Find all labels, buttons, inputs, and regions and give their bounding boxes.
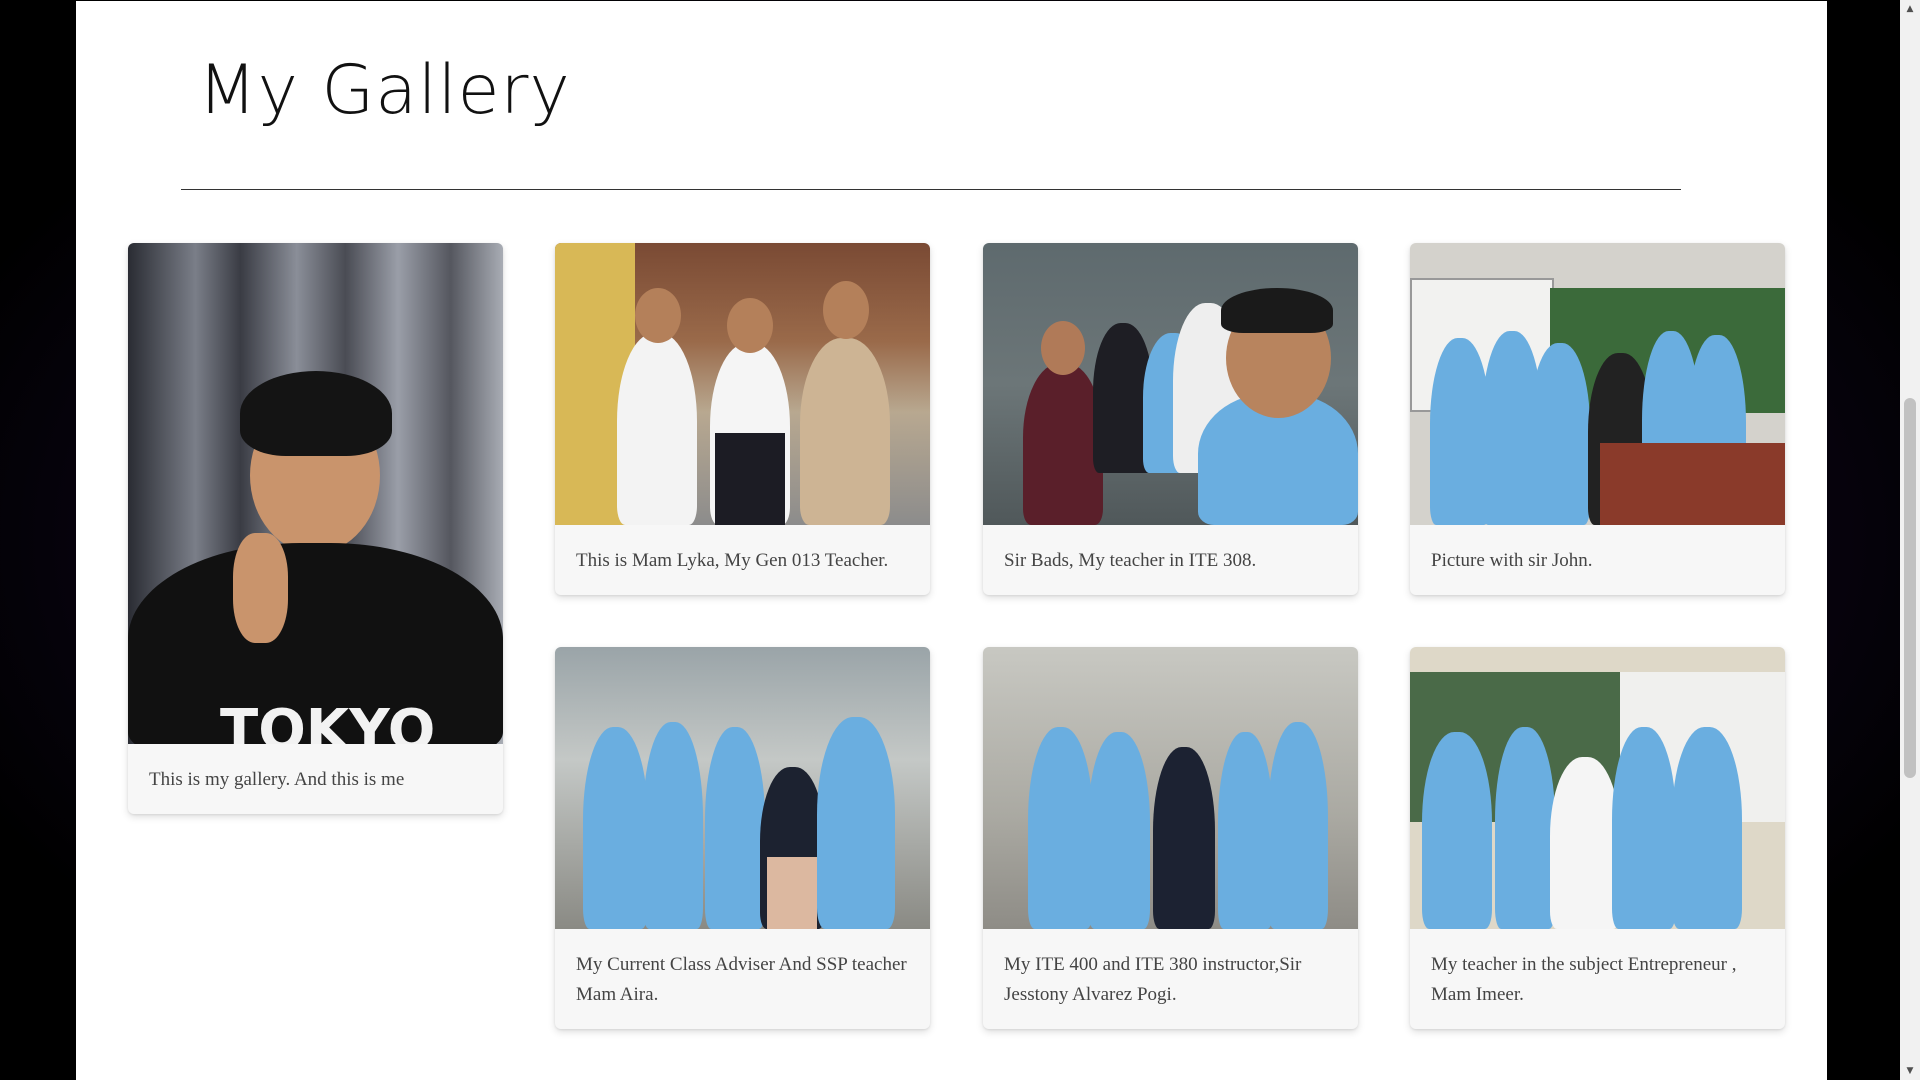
classroom-group-photo	[1410, 647, 1785, 929]
card-caption: My ITE 400 and ITE 380 instructor,Sir Je…	[1004, 954, 1302, 1005]
gallery-card-6[interactable]: My ITE 400 and ITE 380 instructor,Sir Je…	[983, 647, 1358, 1029]
gallery-card-4[interactable]: Picture with sir John.	[1410, 243, 1785, 595]
scroll-down-arrow-icon[interactable]: ▼	[1900, 1062, 1920, 1080]
gallery-card-2[interactable]: This is Mam Lyka, My Gen 013 Teacher.	[555, 243, 930, 595]
scroll-up-arrow-icon[interactable]: ▲	[1900, 0, 1920, 18]
gallery-card-1[interactable]: TOKYO This is my gallery. And this is me	[128, 243, 503, 814]
vertical-scrollbar[interactable]: ▲ ▼	[1900, 0, 1920, 1080]
card-caption: Sir Bads, My teacher in ITE 308.	[1004, 550, 1257, 571]
group-photo	[555, 647, 930, 929]
card-caption: This is Mam Lyka, My Gen 013 Teacher.	[576, 550, 889, 571]
gallery-card-5[interactable]: My Current Class Adviser And SSP teacher…	[555, 647, 930, 1029]
gallery-card-3[interactable]: Sir Bads, My teacher in ITE 308.	[983, 243, 1358, 595]
gallery-page: My Gallery TOKYO This is my gallery. And…	[76, 1, 1827, 1080]
selfie-group-photo	[983, 243, 1358, 525]
card-caption: This is my gallery. And this is me	[149, 769, 405, 790]
classroom-group-photo	[1410, 243, 1785, 525]
gallery-card-7[interactable]: My teacher in the subject Entrepreneur ,…	[1410, 647, 1785, 1029]
card-caption: Picture with sir John.	[1431, 550, 1593, 571]
group-photo	[555, 243, 930, 525]
title-divider	[181, 189, 1681, 190]
portrait-photo: TOKYO	[128, 243, 503, 744]
card-caption: My Current Class Adviser And SSP teacher…	[576, 954, 907, 1005]
card-caption: My teacher in the subject Entrepreneur ,…	[1431, 954, 1737, 1005]
scroll-thumb[interactable]	[1904, 398, 1916, 778]
hallway-group-photo	[983, 647, 1358, 929]
page-title: My Gallery	[198, 51, 571, 130]
